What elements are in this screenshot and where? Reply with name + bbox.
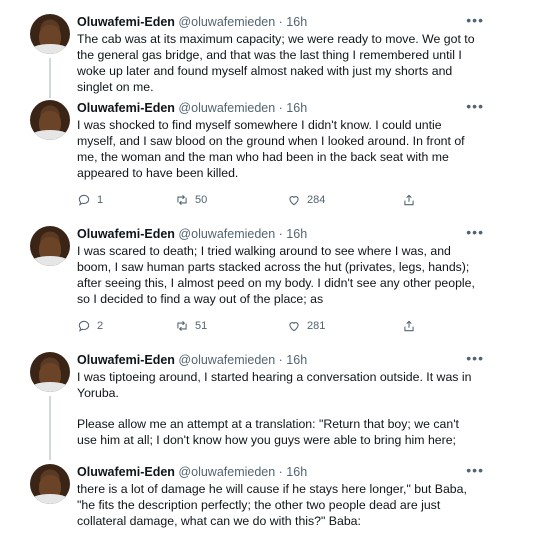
more-options-icon[interactable]: ••• (466, 12, 484, 28)
author-handle-time[interactable]: @oluwafemieden · 16h (178, 353, 307, 367)
tweet-text: I was tiptoeing around, I started hearin… (77, 370, 472, 400)
more-options-icon[interactable]: ••• (466, 350, 484, 366)
like-button[interactable]: 281 (287, 319, 325, 333)
retweet-icon (177, 194, 187, 206)
author-name[interactable]: Oluwafemi-Eden (77, 465, 175, 479)
author-name[interactable]: Oluwafemi-Eden (77, 101, 175, 115)
retweet-button[interactable]: 51 (175, 319, 207, 333)
tweet-header: Oluwafemi-Eden @oluwafemieden · 16h (77, 100, 307, 116)
tweet-2[interactable]: Oluwafemi-Eden @oluwafemieden · 16h ••• … (22, 98, 492, 218)
retweet-icon (177, 320, 187, 332)
retweet-count: 50 (195, 194, 208, 206)
reply-count: 2 (97, 320, 104, 332)
more-options-icon[interactable]: ••• (466, 462, 484, 478)
avatar[interactable] (30, 14, 70, 54)
reply-button[interactable]: 1 (77, 193, 103, 207)
thread-line (49, 396, 51, 460)
tweet-4[interactable]: Oluwafemi-Eden @oluwafemieden · 16h ••• … (22, 350, 492, 460)
author-handle-time[interactable]: @oluwafemieden · 16h (178, 227, 307, 241)
more-options-icon[interactable]: ••• (466, 224, 484, 240)
tweet-1[interactable]: Oluwafemi-Eden @oluwafemieden · 16h ••• … (22, 12, 492, 98)
more-options-icon[interactable]: ••• (466, 98, 484, 114)
retweet-button[interactable]: 50 (175, 193, 207, 207)
tweet-header: Oluwafemi-Eden @oluwafemieden · 16h (77, 352, 307, 368)
tweet-header: Oluwafemi-Eden @oluwafemieden · 16h (77, 226, 307, 242)
tweet-header: Oluwafemi-Eden @oluwafemieden · 16h (77, 464, 307, 480)
tweet-text: The cab was at its maximum capacity; we … (77, 32, 475, 94)
author-name[interactable]: Oluwafemi-Eden (77, 227, 175, 241)
reply-icon (78, 194, 90, 206)
heart-icon (289, 322, 299, 332)
tweet-5[interactable]: Oluwafemi-Eden @oluwafemieden · 16h ••• … (22, 462, 492, 537)
like-button[interactable]: 284 (287, 193, 325, 207)
share-icon (404, 194, 414, 206)
share-button[interactable] (402, 319, 416, 333)
retweet-count: 51 (195, 320, 208, 332)
tweet-actions: 2 51 281 (77, 319, 447, 335)
author-handle-time[interactable]: @oluwafemieden · 16h (178, 15, 307, 29)
tweet-text: there is a lot of damage he will cause i… (77, 482, 467, 528)
heart-icon (289, 196, 299, 206)
share-icon (404, 320, 414, 332)
tweet-text: I was scared to death; I tried walking a… (77, 244, 475, 306)
like-count: 281 (307, 320, 326, 332)
like-count: 284 (307, 194, 326, 206)
avatar[interactable] (30, 352, 70, 392)
avatar[interactable] (30, 100, 70, 140)
reply-icon (78, 320, 90, 332)
share-button[interactable] (402, 193, 416, 207)
tweet-actions: 1 50 284 (77, 193, 447, 209)
author-name[interactable]: Oluwafemi-Eden (77, 15, 175, 29)
author-name[interactable]: Oluwafemi-Eden (77, 353, 175, 367)
author-handle-time[interactable]: @oluwafemieden · 16h (178, 465, 307, 479)
author-handle-time[interactable]: @oluwafemieden · 16h (178, 101, 307, 115)
tweet-text-paragraph-2: Please allow me an attempt at a translat… (77, 417, 459, 447)
thread-line (49, 58, 51, 98)
tweet-header: Oluwafemi-Eden @oluwafemieden · 16h (77, 14, 307, 30)
avatar[interactable] (30, 226, 70, 266)
avatar[interactable] (30, 464, 70, 504)
tweet-3[interactable]: Oluwafemi-Eden @oluwafemieden · 16h ••• … (22, 224, 492, 346)
tweet-text: I was shocked to find myself somewhere I… (77, 118, 465, 180)
reply-button[interactable]: 2 (77, 319, 103, 333)
reply-count: 1 (97, 194, 104, 206)
